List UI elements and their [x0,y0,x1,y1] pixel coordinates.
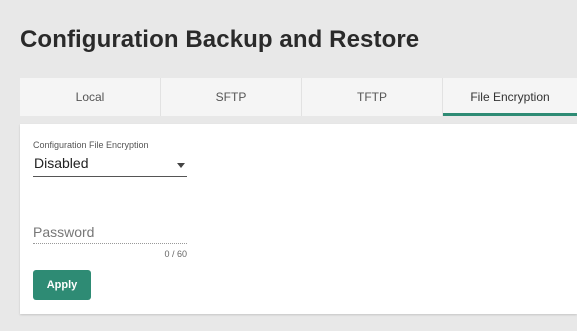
tab-tftp[interactable]: TFTP [302,78,443,116]
tab-bar: Local SFTP TFTP File Encryption [20,78,577,116]
page-title: Configuration Backup and Restore [20,26,420,53]
encryption-select[interactable]: Disabled [33,154,187,177]
caret-down-icon [177,163,185,168]
tab-sftp[interactable]: SFTP [161,78,302,116]
tab-local[interactable]: Local [20,78,161,116]
encryption-field-label: Configuration File Encryption [33,140,149,150]
file-encryption-panel: Configuration File Encryption Disabled 0… [20,124,577,314]
apply-button[interactable]: Apply [33,270,91,300]
password-char-counter: 0 / 60 [164,249,187,259]
password-input[interactable] [33,220,187,244]
tab-file-encryption[interactable]: File Encryption [443,78,577,116]
encryption-select-value: Disabled [34,155,89,171]
